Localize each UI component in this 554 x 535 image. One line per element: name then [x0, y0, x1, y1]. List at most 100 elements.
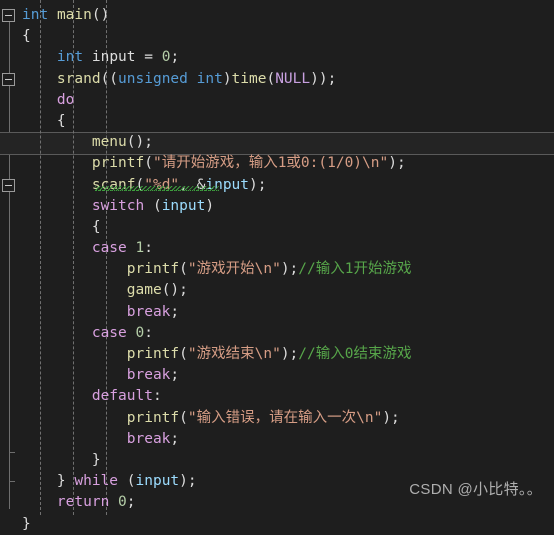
code-token: break [126, 430, 171, 447]
code-line[interactable]: break; [22, 365, 554, 386]
code-token: : [144, 240, 153, 257]
code-token: return [56, 494, 110, 511]
code-token: "请开始游戏，输入1或0:(1/0)\n" [152, 155, 389, 172]
code-token: 0 [118, 494, 127, 511]
code-line[interactable]: } [22, 450, 554, 471]
code-token: (); [126, 134, 153, 151]
code-token: printf [126, 346, 180, 362]
code-token: switch [91, 197, 145, 214]
code-token: ); [280, 346, 299, 362]
code-token: ; [170, 49, 180, 66]
code-token: srand [56, 70, 101, 87]
code-line[interactable]: case 0: [22, 323, 554, 344]
code-token: ); [280, 261, 299, 278]
code-line[interactable]: printf("游戏结束\n");//输入0结束游戏 [22, 344, 554, 365]
code-token: ); [179, 473, 197, 490]
code-token: ); [249, 176, 267, 193]
code-token: : [144, 324, 153, 341]
code-line[interactable]: int input = 0; [22, 47, 554, 68]
code-token: time [231, 70, 267, 87]
code-token: case [91, 240, 127, 257]
code-token: (( [100, 70, 119, 87]
outlining-gutter[interactable] [0, 0, 22, 515]
code-text-area[interactable]: int main(){ int input = 0; srand((unsign… [22, 0, 554, 532]
code-line[interactable]: int main() [22, 5, 554, 26]
code-line[interactable]: case 1: [22, 238, 554, 259]
code-token: ) [205, 197, 215, 214]
code-token: ); [388, 155, 406, 172]
code-line[interactable]: } [22, 514, 554, 535]
code-token: int [22, 7, 49, 23]
fold-switch-icon[interactable] [2, 178, 15, 192]
code-line[interactable]: default: [22, 386, 554, 407]
code-token: unsigned int [118, 70, 223, 87]
code-token: ; [170, 367, 180, 384]
code-token: do [56, 91, 75, 108]
code-line[interactable]: { [22, 217, 554, 238]
code-line[interactable]: do [22, 90, 554, 111]
code-line[interactable]: break; [22, 302, 554, 323]
code-token: () [91, 7, 110, 23]
code-token: //输入1开始游戏 [298, 261, 412, 278]
code-token: printf [126, 409, 180, 426]
code-token: "输入错误，请在输入一次\n" [187, 409, 383, 426]
code-token: //输入0结束游戏 [298, 346, 412, 362]
code-token: } [56, 473, 66, 490]
code-token: ( [179, 261, 188, 278]
code-token: printf [91, 155, 145, 172]
code-token: { [56, 112, 66, 129]
code-token: = [135, 49, 162, 66]
code-token: default [91, 388, 153, 405]
code-token: input [91, 49, 136, 66]
fold-spine [9, 18, 10, 509]
code-line[interactable]: printf("游戏开始\n");//输入1开始游戏 [22, 259, 554, 280]
fold-main-icon[interactable] [2, 9, 15, 22]
code-token: (); [161, 282, 188, 299]
code-line[interactable]: { [22, 26, 554, 47]
fold-end-marker [9, 451, 15, 453]
code-line[interactable]: game(); [22, 280, 554, 301]
code-line[interactable]: menu(); [22, 132, 554, 153]
code-token: 1 [135, 240, 145, 257]
code-line[interactable]: { [22, 111, 554, 132]
code-line[interactable]: switch (input) [22, 196, 554, 217]
code-token: )); [310, 70, 337, 87]
fold-do-icon[interactable] [2, 72, 15, 86]
code-token: main [56, 7, 92, 23]
code-line[interactable]: printf("输入错误，请在输入一次\n"); [22, 408, 554, 429]
code-line[interactable]: break; [22, 429, 554, 450]
code-token: ; [126, 494, 136, 511]
code-token: ); [382, 409, 400, 426]
code-token: 0 [135, 324, 145, 341]
code-token: ( [266, 70, 276, 87]
code-token: int [56, 49, 84, 66]
code-token: ; [170, 303, 180, 320]
code-token: break [126, 367, 171, 384]
fold-end-marker [9, 481, 15, 483]
code-editor[interactable]: int main(){ int input = 0; srand((unsign… [0, 0, 554, 532]
code-token: menu [91, 134, 127, 151]
code-token: ) [222, 70, 232, 87]
code-token: { [91, 218, 101, 235]
code-line[interactable]: printf("请开始游戏，输入1或0:(1/0)\n"); [22, 153, 554, 174]
code-line[interactable]: srand((unsigned int)time(NULL)); [22, 69, 554, 90]
